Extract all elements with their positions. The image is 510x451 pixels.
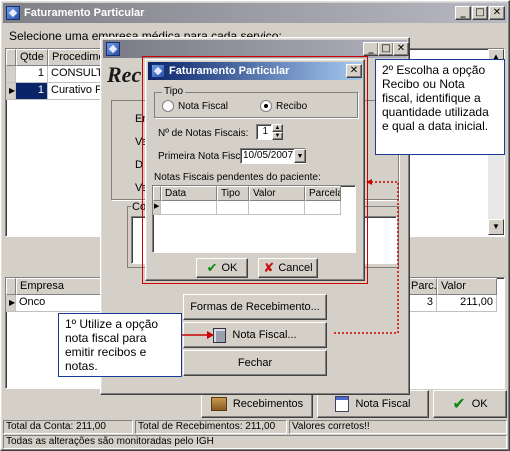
connector-arrows [182,179,399,339]
